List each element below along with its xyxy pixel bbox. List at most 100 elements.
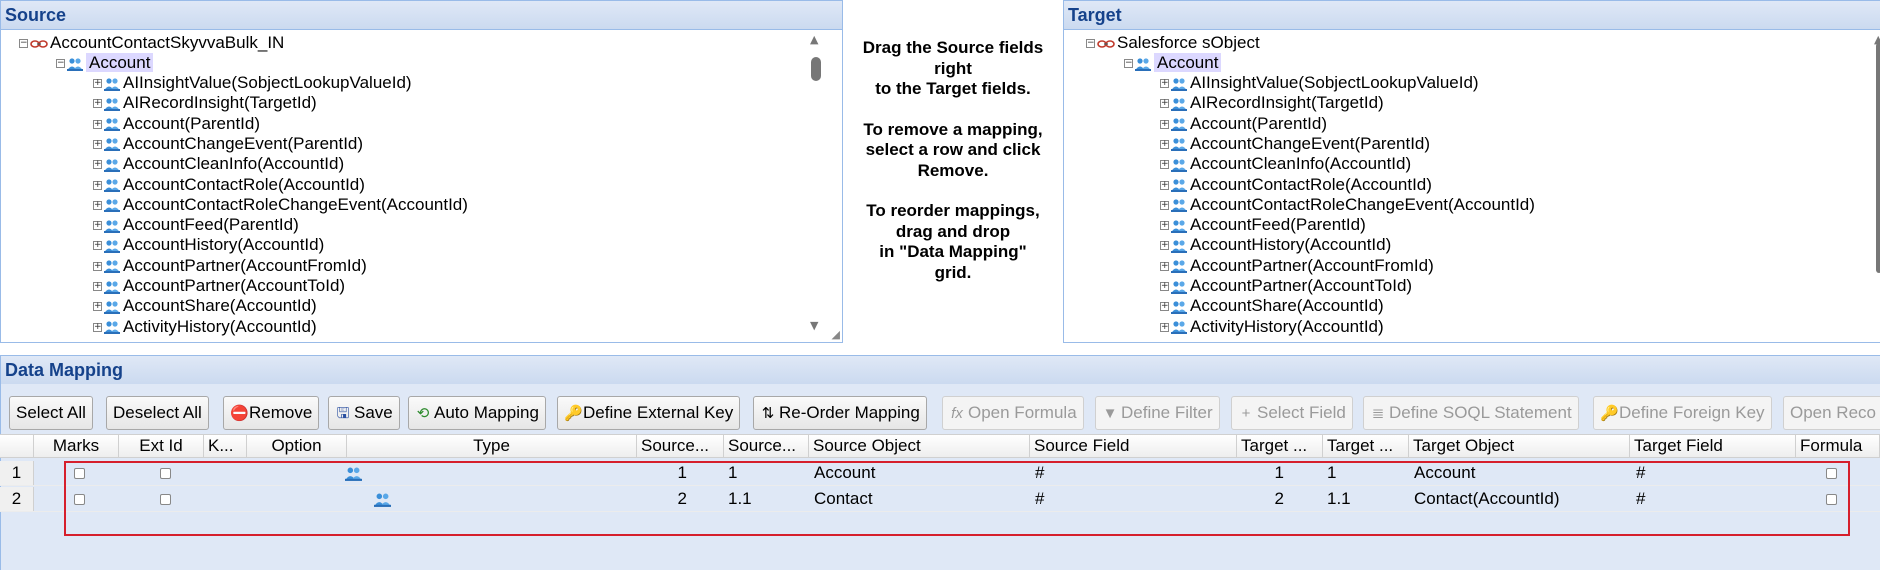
tree-node[interactable]: + AIRecordInsight(TargetId) <box>1160 93 1384 113</box>
scroll-thumb[interactable] <box>1876 43 1880 273</box>
define-soql-button[interactable]: ≣ Define SOQL Statement <box>1363 396 1579 430</box>
open-formula-button[interactable]: fx Open Formula <box>942 396 1084 430</box>
open-record-button[interactable]: Open Reco <box>1783 396 1880 430</box>
tree-node[interactable]: + Account(ParentId) <box>1160 114 1327 134</box>
tree-node[interactable]: + AccountCleanInfo(AccountId) <box>1160 154 1411 174</box>
define-filter-button[interactable]: ▼ Define Filter <box>1095 396 1220 430</box>
tree-node[interactable]: + AccountShare(AccountId) <box>93 296 317 316</box>
tree-node[interactable]: + AccountContactRole(AccountId) <box>93 175 365 195</box>
collapse-icon[interactable]: − <box>1086 39 1095 49</box>
define-foreign-key-button[interactable]: 🔑Define Foreign Key <box>1593 396 1772 430</box>
define-external-key-button[interactable]: 🔑Define External Key <box>557 396 741 430</box>
tree-node[interactable]: + Account(ParentId) <box>93 114 260 134</box>
expand-icon[interactable]: + <box>1160 261 1169 271</box>
expand-icon[interactable]: + <box>93 241 102 251</box>
table-row[interactable]: 1 1 1 Account #1 1 Account # <box>0 461 1880 486</box>
expand-icon[interactable]: + <box>1160 302 1169 312</box>
collapse-icon[interactable]: − <box>1124 59 1133 69</box>
source-tree-account[interactable]: − Account <box>56 53 154 73</box>
ext-id-checkbox[interactable] <box>160 461 180 485</box>
col-source-object[interactable]: Source Object <box>809 435 1030 457</box>
scroll-up-icon[interactable]: ▲ <box>810 33 818 46</box>
table-row[interactable]: 2 2 1.1 Contact #2 1.1 Contact(AccountId) # <box>0 487 1880 512</box>
expand-icon[interactable]: + <box>1160 139 1169 149</box>
tree-node[interactable]: + AIRecordInsight(TargetId) <box>93 93 317 113</box>
tree-node[interactable]: + AccountChangeEvent(ParentId) <box>1160 134 1430 154</box>
tree-node[interactable]: + AccountShare(AccountId) <box>1160 296 1384 316</box>
col-target-field[interactable]: Target Field <box>1630 435 1796 457</box>
formula-checkbox[interactable] <box>1826 487 1846 511</box>
tree-node[interactable]: + AccountContactRoleChangeEvent(AccountId… <box>1160 195 1535 215</box>
expand-icon[interactable]: + <box>1160 200 1169 210</box>
expand-icon[interactable]: + <box>1160 79 1169 89</box>
marks-checkbox[interactable] <box>74 487 94 511</box>
col-target-path[interactable]: Target ... <box>1323 435 1409 457</box>
collapse-icon[interactable]: − <box>56 59 65 69</box>
tree-node[interactable]: + AccountContactRole(AccountId) <box>1160 175 1432 195</box>
expand-icon[interactable]: + <box>93 119 102 129</box>
select-all-button[interactable]: Select All <box>9 396 93 430</box>
tree-node[interactable]: + ActivityHistory(AccountId) <box>93 317 317 337</box>
expand-icon[interactable]: + <box>93 79 102 89</box>
tree-node[interactable]: + AccountPartner(AccountFromId) <box>1160 256 1434 276</box>
expand-icon[interactable]: + <box>1160 322 1169 332</box>
col-type[interactable]: Type <box>347 435 637 457</box>
remove-button[interactable]: ⛔Remove <box>223 396 320 430</box>
scroll-down-icon[interactable]: ▼ <box>810 319 818 332</box>
target-tree-account[interactable]: − Account <box>1124 53 1222 73</box>
formula-checkbox[interactable] <box>1826 461 1846 485</box>
col-target-object[interactable]: Target Object <box>1409 435 1630 457</box>
tree-node[interactable]: + ActivityHistory(AccountId) <box>1160 317 1384 337</box>
expand-icon[interactable]: + <box>93 221 102 231</box>
col-source-path[interactable]: Source... <box>724 435 809 457</box>
expand-icon[interactable]: + <box>1160 221 1169 231</box>
tree-node[interactable]: + AccountPartner(AccountToId) <box>93 276 345 296</box>
target-tree[interactable]: − Salesforce sObject − Account + AIInsightV… <box>1064 29 1880 342</box>
expand-icon[interactable]: + <box>1160 160 1169 170</box>
expand-icon[interactable]: + <box>1160 119 1169 129</box>
source-tree-root[interactable]: − AccountContactSkyvvaBulk_IN <box>19 33 284 53</box>
col-ext-id[interactable]: Ext Id <box>119 435 204 457</box>
tree-node[interactable]: + AIInsightValue(SobjectLookupValueId) <box>1160 73 1479 93</box>
col-source-level[interactable]: Source... <box>637 435 724 457</box>
col-marks[interactable]: Marks <box>34 435 119 457</box>
scroll-thumb[interactable] <box>811 57 821 81</box>
expand-icon[interactable]: + <box>93 302 102 312</box>
tree-node[interactable]: + AccountHistory(AccountId) <box>1160 235 1391 255</box>
expand-icon[interactable]: + <box>93 139 102 149</box>
tree-node[interactable]: + AccountChangeEvent(ParentId) <box>93 134 363 154</box>
save-button[interactable]: 🖫 Save <box>328 396 400 430</box>
expand-icon[interactable]: + <box>93 160 102 170</box>
expand-icon[interactable]: + <box>93 99 102 109</box>
expand-icon[interactable]: + <box>1160 99 1169 109</box>
col-option[interactable]: Option <box>247 435 347 457</box>
tree-node[interactable]: + AIInsightValue(SobjectLookupValueId) <box>93 73 412 93</box>
reorder-mapping-button[interactable]: ⇅ Re-Order Mapping <box>753 396 927 430</box>
marks-checkbox[interactable] <box>74 461 94 485</box>
tree-node[interactable]: + AccountContactRoleChangeEvent(AccountId… <box>93 195 468 215</box>
expand-icon[interactable]: + <box>1160 282 1169 292</box>
select-field-button[interactable]: + Select Field <box>1231 396 1353 430</box>
tree-node[interactable]: + AccountPartner(AccountToId) <box>1160 276 1412 296</box>
source-tree[interactable]: − AccountContactSkyvvaBulk_IN − Account + A… <box>1 29 842 342</box>
expand-icon[interactable]: + <box>1160 241 1169 251</box>
tree-node[interactable]: + AccountPartner(AccountFromId) <box>93 256 367 276</box>
tree-node[interactable]: + AccountCleanInfo(AccountId) <box>93 154 344 174</box>
col-formula[interactable]: Formula <box>1796 435 1880 457</box>
tree-node[interactable]: + AccountFeed(ParentId) <box>93 215 299 235</box>
ext-id-checkbox[interactable] <box>160 487 180 511</box>
expand-icon[interactable]: + <box>93 322 102 332</box>
collapse-icon[interactable]: − <box>19 39 28 49</box>
col-source-field[interactable]: Source Field <box>1030 435 1237 457</box>
col-k[interactable]: K... <box>204 435 247 457</box>
resize-grip-icon[interactable]: ◢ <box>832 328 840 341</box>
tree-node[interactable]: + AccountFeed(ParentId) <box>1160 215 1366 235</box>
source-scrollbar[interactable]: ▲ ▼ <box>808 33 824 332</box>
col-target-level[interactable]: Target ... <box>1237 435 1323 457</box>
expand-icon[interactable]: + <box>93 180 102 190</box>
deselect-all-button[interactable]: Deselect All <box>106 396 209 430</box>
target-tree-root[interactable]: − Salesforce sObject <box>1086 33 1260 53</box>
expand-icon[interactable]: + <box>93 200 102 210</box>
expand-icon[interactable]: + <box>93 282 102 292</box>
target-scrollbar[interactable]: ▲ <box>1872 33 1880 330</box>
